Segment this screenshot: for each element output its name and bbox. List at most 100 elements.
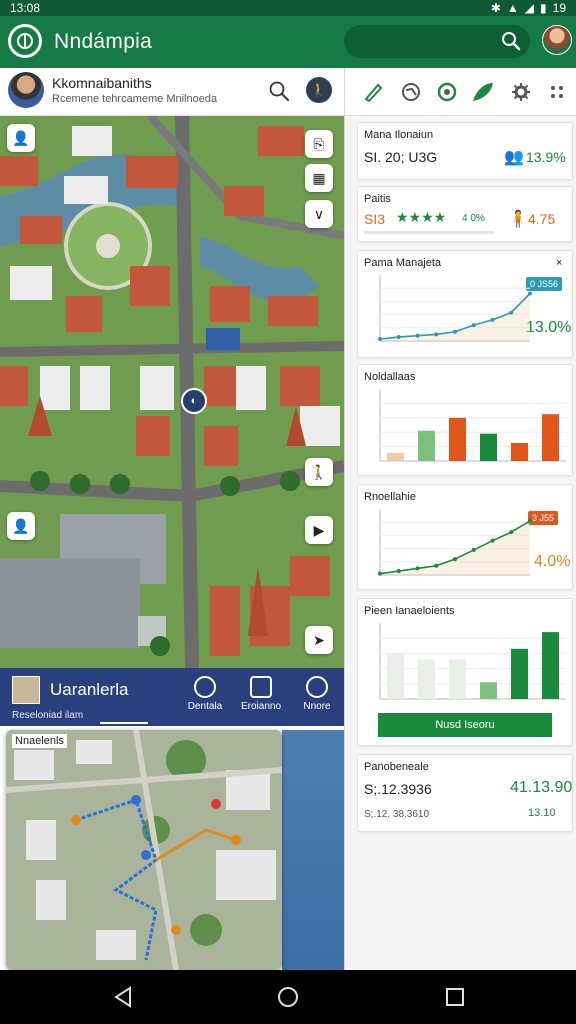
walking-mode-icon[interactable]: 🚶	[306, 77, 332, 103]
global-search-input[interactable]	[344, 25, 530, 58]
leaf-icon[interactable]	[471, 80, 495, 104]
globe-icon[interactable]	[399, 80, 423, 104]
app-name: Nndámpia	[54, 30, 153, 53]
place-action-dentala[interactable]: Dentala	[182, 676, 228, 712]
gear-icon[interactable]	[509, 80, 533, 104]
market-card[interactable]: Mana Ilonaiun SI. 20; U3G 👥 13.9%	[357, 122, 573, 180]
battery-icon: ▮	[540, 1, 547, 15]
chart1-plot	[378, 275, 532, 342]
data-point	[490, 317, 495, 322]
data-point	[471, 323, 476, 328]
summary-card[interactable]: Panobeneale S;.12.3936 S;.12. 38.3610 41…	[357, 754, 573, 832]
chart2-card[interactable]: Noldallaas	[357, 364, 573, 476]
chat-icon	[306, 676, 328, 698]
bar	[386, 453, 405, 461]
status-icons: ✱ ▲ ◢ ▮ 19	[491, 0, 566, 16]
compass-icon[interactable]: ◐	[181, 388, 207, 414]
data-point	[528, 518, 532, 523]
bar	[386, 653, 405, 699]
market-value: SI. 20; U3G	[364, 149, 438, 165]
pen-icon[interactable]	[361, 80, 385, 104]
chart3-card[interactable]: Rnoellahie 3 J55 4.0%	[357, 484, 573, 590]
home-icon[interactable]	[275, 984, 301, 1010]
tool-row	[345, 68, 576, 116]
tab-indicator	[100, 722, 148, 724]
data-point	[378, 571, 382, 576]
system-nav-bar	[0, 970, 576, 1024]
map-imagery	[0, 113, 344, 669]
data-point	[453, 557, 457, 562]
data-point	[396, 569, 401, 574]
series-area	[380, 520, 530, 575]
bar	[448, 659, 467, 699]
camera-icon[interactable]: ▶	[305, 516, 333, 544]
place-thumbnail	[12, 676, 40, 704]
summary-value2: S;.12. 38.3610	[364, 809, 430, 820]
wifi-icon: ◢	[524, 1, 535, 15]
dashboard-pane: Mana Ilonaiun SI. 20; U3G 👥 13.9% Paitis…	[344, 68, 576, 970]
profile-avatar[interactable]	[542, 25, 572, 55]
chart4-action-button[interactable]: Nusd Iseoru	[378, 713, 552, 737]
market-change: 13.9%	[526, 149, 566, 165]
data-point	[528, 291, 532, 296]
bar	[479, 433, 498, 461]
market-title: Mana Ilonaiun	[364, 129, 434, 141]
data-point	[434, 563, 439, 568]
location-avatar[interactable]	[8, 72, 44, 108]
ratings-card[interactable]: Paitis SI3 ★★★★ 4 0% 🧍 4.75	[357, 186, 573, 242]
chart4-card[interactable]: Pieen Ianaeloients Nusd Iseoru	[357, 598, 573, 746]
location-title: Kkomnaibaniths	[52, 75, 152, 91]
status-time: 13:08	[10, 1, 41, 15]
ratings-track	[364, 231, 494, 234]
ratings-title: Paitis	[364, 193, 391, 205]
bar	[479, 682, 498, 699]
location-search-icon[interactable]	[268, 80, 290, 107]
place-subtitle: Reseloniad ilam	[12, 710, 84, 721]
search-icon	[500, 30, 522, 57]
bar	[448, 417, 467, 461]
app-logo-icon[interactable]	[8, 24, 42, 58]
place-name: Uaranlerla	[50, 680, 129, 699]
aerial-map[interactable]: 👤 ⎘ ▦ ∨ ◐ 🚶 👤 ▶ ➤	[0, 113, 344, 669]
status-bar: 13:08 ✱ ▲ ◢ ▮ 19	[0, 0, 576, 16]
data-point	[509, 530, 514, 535]
chart1-card[interactable]: Pama Manajeta × 0 JS56 13.0%	[357, 250, 573, 358]
data-point	[415, 566, 420, 571]
terrain-toggle-icon[interactable]: ▦	[305, 164, 333, 192]
data-point	[396, 335, 401, 340]
data-point	[509, 310, 514, 315]
route-minimap[interactable]: Nnaelenls	[6, 730, 282, 970]
layers-icon[interactable]: ⎘	[305, 130, 333, 158]
phone-icon	[250, 676, 272, 698]
place-action-nnore[interactable]: Nnore	[294, 676, 340, 712]
more-icon[interactable]	[545, 80, 569, 104]
data-point	[471, 547, 476, 552]
minimap-imagery	[6, 730, 282, 970]
place-action-eroianno[interactable]: Eroianno	[238, 676, 284, 712]
person-icon: 🧍	[508, 211, 528, 228]
map-pane: Kkomnaibaniths Rcemene tehrcameme Mnilno…	[0, 68, 344, 970]
place-action-label: Eroianno	[240, 701, 282, 712]
summary-right2: 13.10	[528, 807, 556, 819]
summary-title: Panobeneale	[364, 761, 429, 773]
place-info-bar[interactable]: Uaranlerla Reseloniad ilam Dentala Eroia…	[0, 668, 344, 726]
series-area	[380, 293, 530, 341]
bar	[510, 443, 529, 461]
ratings-note: 4 0%	[462, 213, 485, 224]
photo-pin-icon[interactable]: 👤	[7, 512, 35, 540]
place-action-label: Nnore	[303, 701, 331, 712]
app-bar: Nndámpia	[0, 16, 576, 68]
back-icon[interactable]	[110, 984, 136, 1010]
chevron-down-icon[interactable]: ∨	[305, 200, 333, 228]
recents-icon[interactable]	[442, 984, 468, 1010]
ratings-right: 4.75	[528, 211, 556, 227]
refresh-icon[interactable]	[435, 80, 459, 104]
directions-icon[interactable]: ➤	[305, 626, 333, 654]
person-pin-icon[interactable]: 🚶	[305, 458, 333, 486]
place-action-label: Dentala	[187, 701, 223, 712]
map-user-icon[interactable]: 👤	[7, 124, 35, 152]
location-header: Kkomnaibaniths Rcemene tehrcameme Mnilno…	[0, 68, 344, 116]
data-point	[434, 332, 439, 337]
minimap-title: Nnaelenls	[12, 734, 67, 748]
data-point	[415, 333, 420, 338]
